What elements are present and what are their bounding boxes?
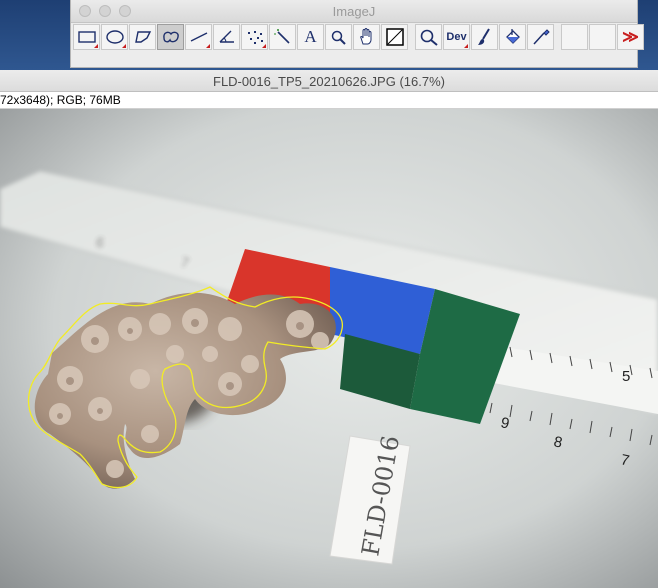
line-tool-button[interactable] bbox=[185, 24, 212, 50]
oval-tool-icon bbox=[105, 30, 124, 44]
oval-tool-button[interactable] bbox=[101, 24, 128, 50]
empty-tool-slot-2[interactable] bbox=[589, 24, 616, 50]
image-window: FLD-0016_TP5_20210626.JPG (16.7%) 72x364… bbox=[0, 70, 658, 588]
text-tool-button[interactable]: A bbox=[297, 24, 324, 50]
paintbrush-button[interactable] bbox=[471, 24, 498, 50]
zoom-button[interactable] bbox=[415, 24, 442, 50]
polygon-tool-icon bbox=[134, 31, 151, 43]
developer-menu-indicator[interactable] bbox=[464, 44, 468, 48]
flood-fill-button[interactable] bbox=[499, 24, 526, 50]
freehand-tool-icon bbox=[162, 31, 179, 43]
zoom-icon bbox=[420, 29, 438, 46]
magnifying-glass-icon bbox=[331, 30, 346, 45]
flood-fill-icon bbox=[505, 29, 520, 44]
color-picker-icon bbox=[385, 28, 404, 46]
imagej-toolbar-window: ImageJ A Dev ≫ bbox=[70, 0, 644, 68]
text-tool-icon: A bbox=[304, 27, 317, 46]
rectangle-tool-button[interactable] bbox=[73, 24, 100, 50]
angle-tool-button[interactable] bbox=[213, 24, 240, 50]
color-picker-button[interactable] bbox=[381, 24, 408, 50]
ruler-number: 5 bbox=[622, 368, 630, 385]
polygon-tool-button[interactable] bbox=[129, 24, 156, 50]
image-title: FLD-0016_TP5_20210626.JPG (16.7%) bbox=[213, 74, 445, 89]
line-tool-icon bbox=[190, 32, 207, 42]
hand-tool-button[interactable] bbox=[353, 24, 380, 50]
more-tools-button[interactable]: ≫ bbox=[617, 24, 644, 50]
wand-tool-icon bbox=[274, 29, 290, 44]
paintbrush-icon bbox=[477, 28, 490, 45]
specimen-photo[interactable]: 5 9 8 7 6 7 8 bbox=[0, 109, 658, 588]
developer-menu-button[interactable]: Dev bbox=[443, 24, 470, 50]
image-titlebar[interactable]: FLD-0016_TP5_20210626.JPG (16.7%) bbox=[0, 70, 658, 92]
magnifier-tool-button[interactable] bbox=[325, 24, 352, 50]
point-tool-menu-indicator[interactable] bbox=[262, 44, 266, 48]
imagej-title: ImageJ bbox=[332, 4, 376, 19]
angle-tool-icon bbox=[219, 30, 234, 43]
image-info-line: 72x3648); RGB; 76MB bbox=[0, 92, 658, 109]
wand-tool-button[interactable] bbox=[269, 24, 296, 50]
point-tool-button[interactable] bbox=[241, 24, 268, 50]
line-tool-menu-indicator[interactable] bbox=[206, 44, 210, 48]
developer-menu: Dev bbox=[446, 31, 467, 43]
tool-bar: A Dev ≫ bbox=[73, 24, 645, 52]
rectangle-tool-icon bbox=[77, 31, 96, 43]
image-canvas[interactable]: 5 9 8 7 6 7 8 bbox=[0, 109, 658, 588]
empty-tool-slot-1[interactable] bbox=[561, 24, 588, 50]
pencil-button[interactable] bbox=[527, 24, 554, 50]
point-tool-icon bbox=[247, 31, 263, 44]
more-tools-icon: ≫ bbox=[622, 29, 639, 46]
imagej-titlebar[interactable]: ImageJ bbox=[71, 0, 637, 23]
pencil-icon bbox=[532, 29, 550, 45]
oval-tool-menu-indicator[interactable] bbox=[122, 44, 126, 48]
freehand-tool-button[interactable] bbox=[157, 24, 184, 50]
rectangle-tool-menu-indicator[interactable] bbox=[94, 44, 98, 48]
hand-tool-icon bbox=[359, 28, 371, 45]
